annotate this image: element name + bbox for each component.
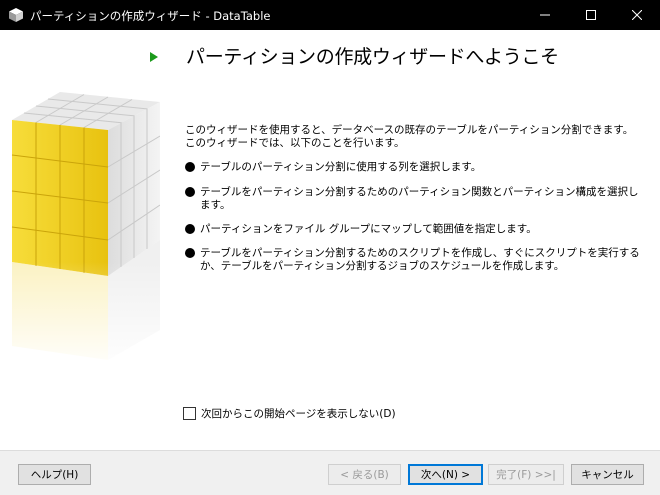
- list-item: テーブルをパーティション分割するためのパーティション関数とパーティション構成を選…: [185, 186, 647, 212]
- intro-text: このウィザードを使用すると、データベースの既存のテーブルをパーティション分割でき…: [185, 124, 645, 150]
- list-item-text: テーブルをパーティション分割するためのスクリプトを作成し、すぐにスクリプトを実行…: [200, 247, 640, 272]
- minimize-button[interactable]: [522, 0, 568, 30]
- wizard-window: パーティションの作成ウィザード - DataTable パーティションの作成ウィ…: [0, 0, 660, 495]
- window-title: パーティションの作成ウィザード - DataTable: [30, 9, 271, 23]
- list-item-text: テーブルをパーティション分割するためのパーティション関数とパーティション構成を選…: [200, 186, 639, 211]
- list-item-text: テーブルのパーティション分割に使用する列を選択します。: [200, 161, 482, 173]
- intro-line-1: このウィザードを使用すると、データベースの既存のテーブルをパーティション分割でき…: [185, 124, 634, 136]
- skip-start-page-checkbox[interactable]: [183, 407, 196, 420]
- page-title: パーティションの作成ウィザードへようこそ: [186, 46, 559, 68]
- list-item-text: パーティションをファイル グループにマップして範囲値を指定します。: [200, 223, 537, 235]
- maximize-button[interactable]: [568, 0, 614, 30]
- bullet-icon: [185, 248, 195, 258]
- close-icon: [632, 10, 642, 20]
- list-item: テーブルのパーティション分割に使用する列を選択します。: [185, 161, 647, 174]
- help-button[interactable]: ヘルプ(H): [18, 464, 91, 485]
- cube-grid-illustration: [0, 92, 160, 372]
- bullet-icon: [185, 162, 195, 172]
- next-button[interactable]: 次へ(N) >: [408, 464, 483, 485]
- app-icon: [9, 8, 23, 22]
- cancel-button[interactable]: キャンセル: [571, 464, 644, 485]
- intro-line-2: このウィザードでは、以下のことを行います。: [185, 137, 405, 149]
- play-arrow-icon: [150, 52, 158, 62]
- title-bar[interactable]: パーティションの作成ウィザード - DataTable: [0, 0, 660, 30]
- task-list: テーブルのパーティション分割に使用する列を選択します。 テーブルをパーティション…: [185, 161, 647, 285]
- list-item: パーティションをファイル グループにマップして範囲値を指定します。: [185, 223, 647, 236]
- list-item: テーブルをパーティション分割するためのスクリプトを作成し、すぐにスクリプトを実行…: [185, 247, 647, 273]
- maximize-icon: [586, 10, 596, 20]
- back-button[interactable]: < 戻る(B): [328, 464, 401, 485]
- skip-start-page-label[interactable]: 次回からこの開始ページを表示しない(D): [201, 406, 396, 421]
- close-button[interactable]: [614, 0, 660, 30]
- finish-button[interactable]: 完了(F) >>|: [488, 464, 564, 485]
- bullet-icon: [185, 187, 195, 197]
- skip-start-page-option[interactable]: 次回からこの開始ページを表示しない(D): [183, 406, 396, 421]
- minimize-icon: [540, 14, 550, 16]
- bullet-icon: [185, 224, 195, 234]
